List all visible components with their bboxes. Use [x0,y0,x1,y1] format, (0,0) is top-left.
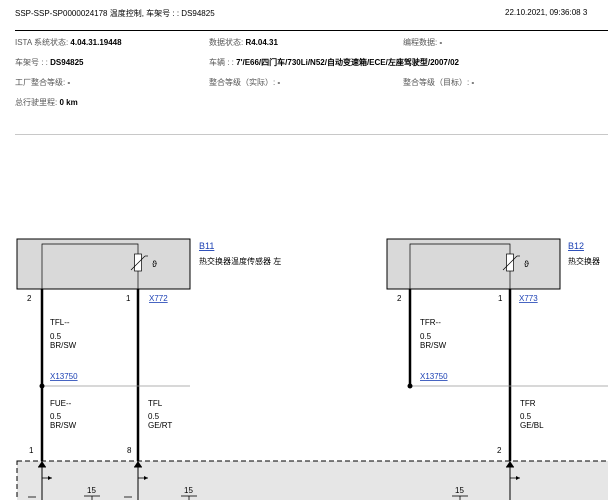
b12-sensor-resistor [506,253,514,272]
splice-dot-left [39,383,45,389]
wire-fue-name: FUE-- [50,399,72,408]
svg-text:X772: X772 [149,294,168,303]
svg-text:B12: B12 [568,241,584,251]
wire-fue-color: BR/SW [50,421,77,430]
control-unit-box [16,460,608,500]
component-b12-box [386,238,561,290]
svg-text:X13750: X13750 [420,372,448,381]
wire-tfr-name: TFR [520,399,536,408]
b12-theta-symbol: ϑ [524,259,529,269]
component-b11-box [16,238,191,290]
voltage-label-15-a: 15 [87,486,96,495]
svg-text:B11: B11 [199,241,214,251]
wire-tfl-minus-color: BR/SW [50,341,77,350]
b11-theta-symbol: ϑ [152,259,157,269]
b12-link[interactable]: B12 [568,241,584,251]
connector-x773-link[interactable]: X773 [519,294,538,303]
wire-tfr-minus-name: TFR-- [420,318,441,327]
b12-pin-left: 2 [397,294,402,303]
wire-tfl-minus-size: 0.5 [50,332,62,341]
bottom-pin-8: 8 [127,446,132,455]
b11-link[interactable]: B11 [199,241,214,251]
bottom-pin-2: 2 [497,446,502,455]
splice-dot-right [407,383,413,389]
svg-text:X773: X773 [519,294,538,303]
b11-description: 热交换器温度传感器 左 [199,256,281,266]
wire-tfr-color: GE/BL [520,421,544,430]
wire-tfr-minus-color: BR/SW [420,341,447,350]
b12-pin-right: 1 [498,294,503,303]
b11-sensor-resistor [134,253,142,272]
b11-pin-left: 2 [27,294,32,303]
svg-text:X13750: X13750 [50,372,78,381]
wiring-diagram: ϑ B11 热交换器温度传感器 左 2 1 X772 TFL-- 0.5 BR/… [16,238,608,500]
b11-pin-right: 1 [126,294,131,303]
wire-tfr-minus-size: 0.5 [420,332,432,341]
b12-description: 热交换器 [568,256,600,266]
wire-tfl-name: TFL [148,399,163,408]
wire-tfl-minus-name: TFL-- [50,318,70,327]
wire-tfl-color: GE/RT [148,421,172,430]
voltage-label-15-b: 15 [184,486,193,495]
wire-tfl-size: 0.5 [148,412,160,421]
splice-x13750-right-link[interactable]: X13750 [420,372,448,381]
wire-fue-size: 0.5 [50,412,62,421]
wire-tfr-size: 0.5 [520,412,532,421]
connector-x772-link[interactable]: X772 [149,294,168,303]
bottom-pin-1: 1 [29,446,34,455]
splice-x13750-left-link[interactable]: X13750 [50,372,78,381]
voltage-label-15-c: 15 [455,486,464,495]
